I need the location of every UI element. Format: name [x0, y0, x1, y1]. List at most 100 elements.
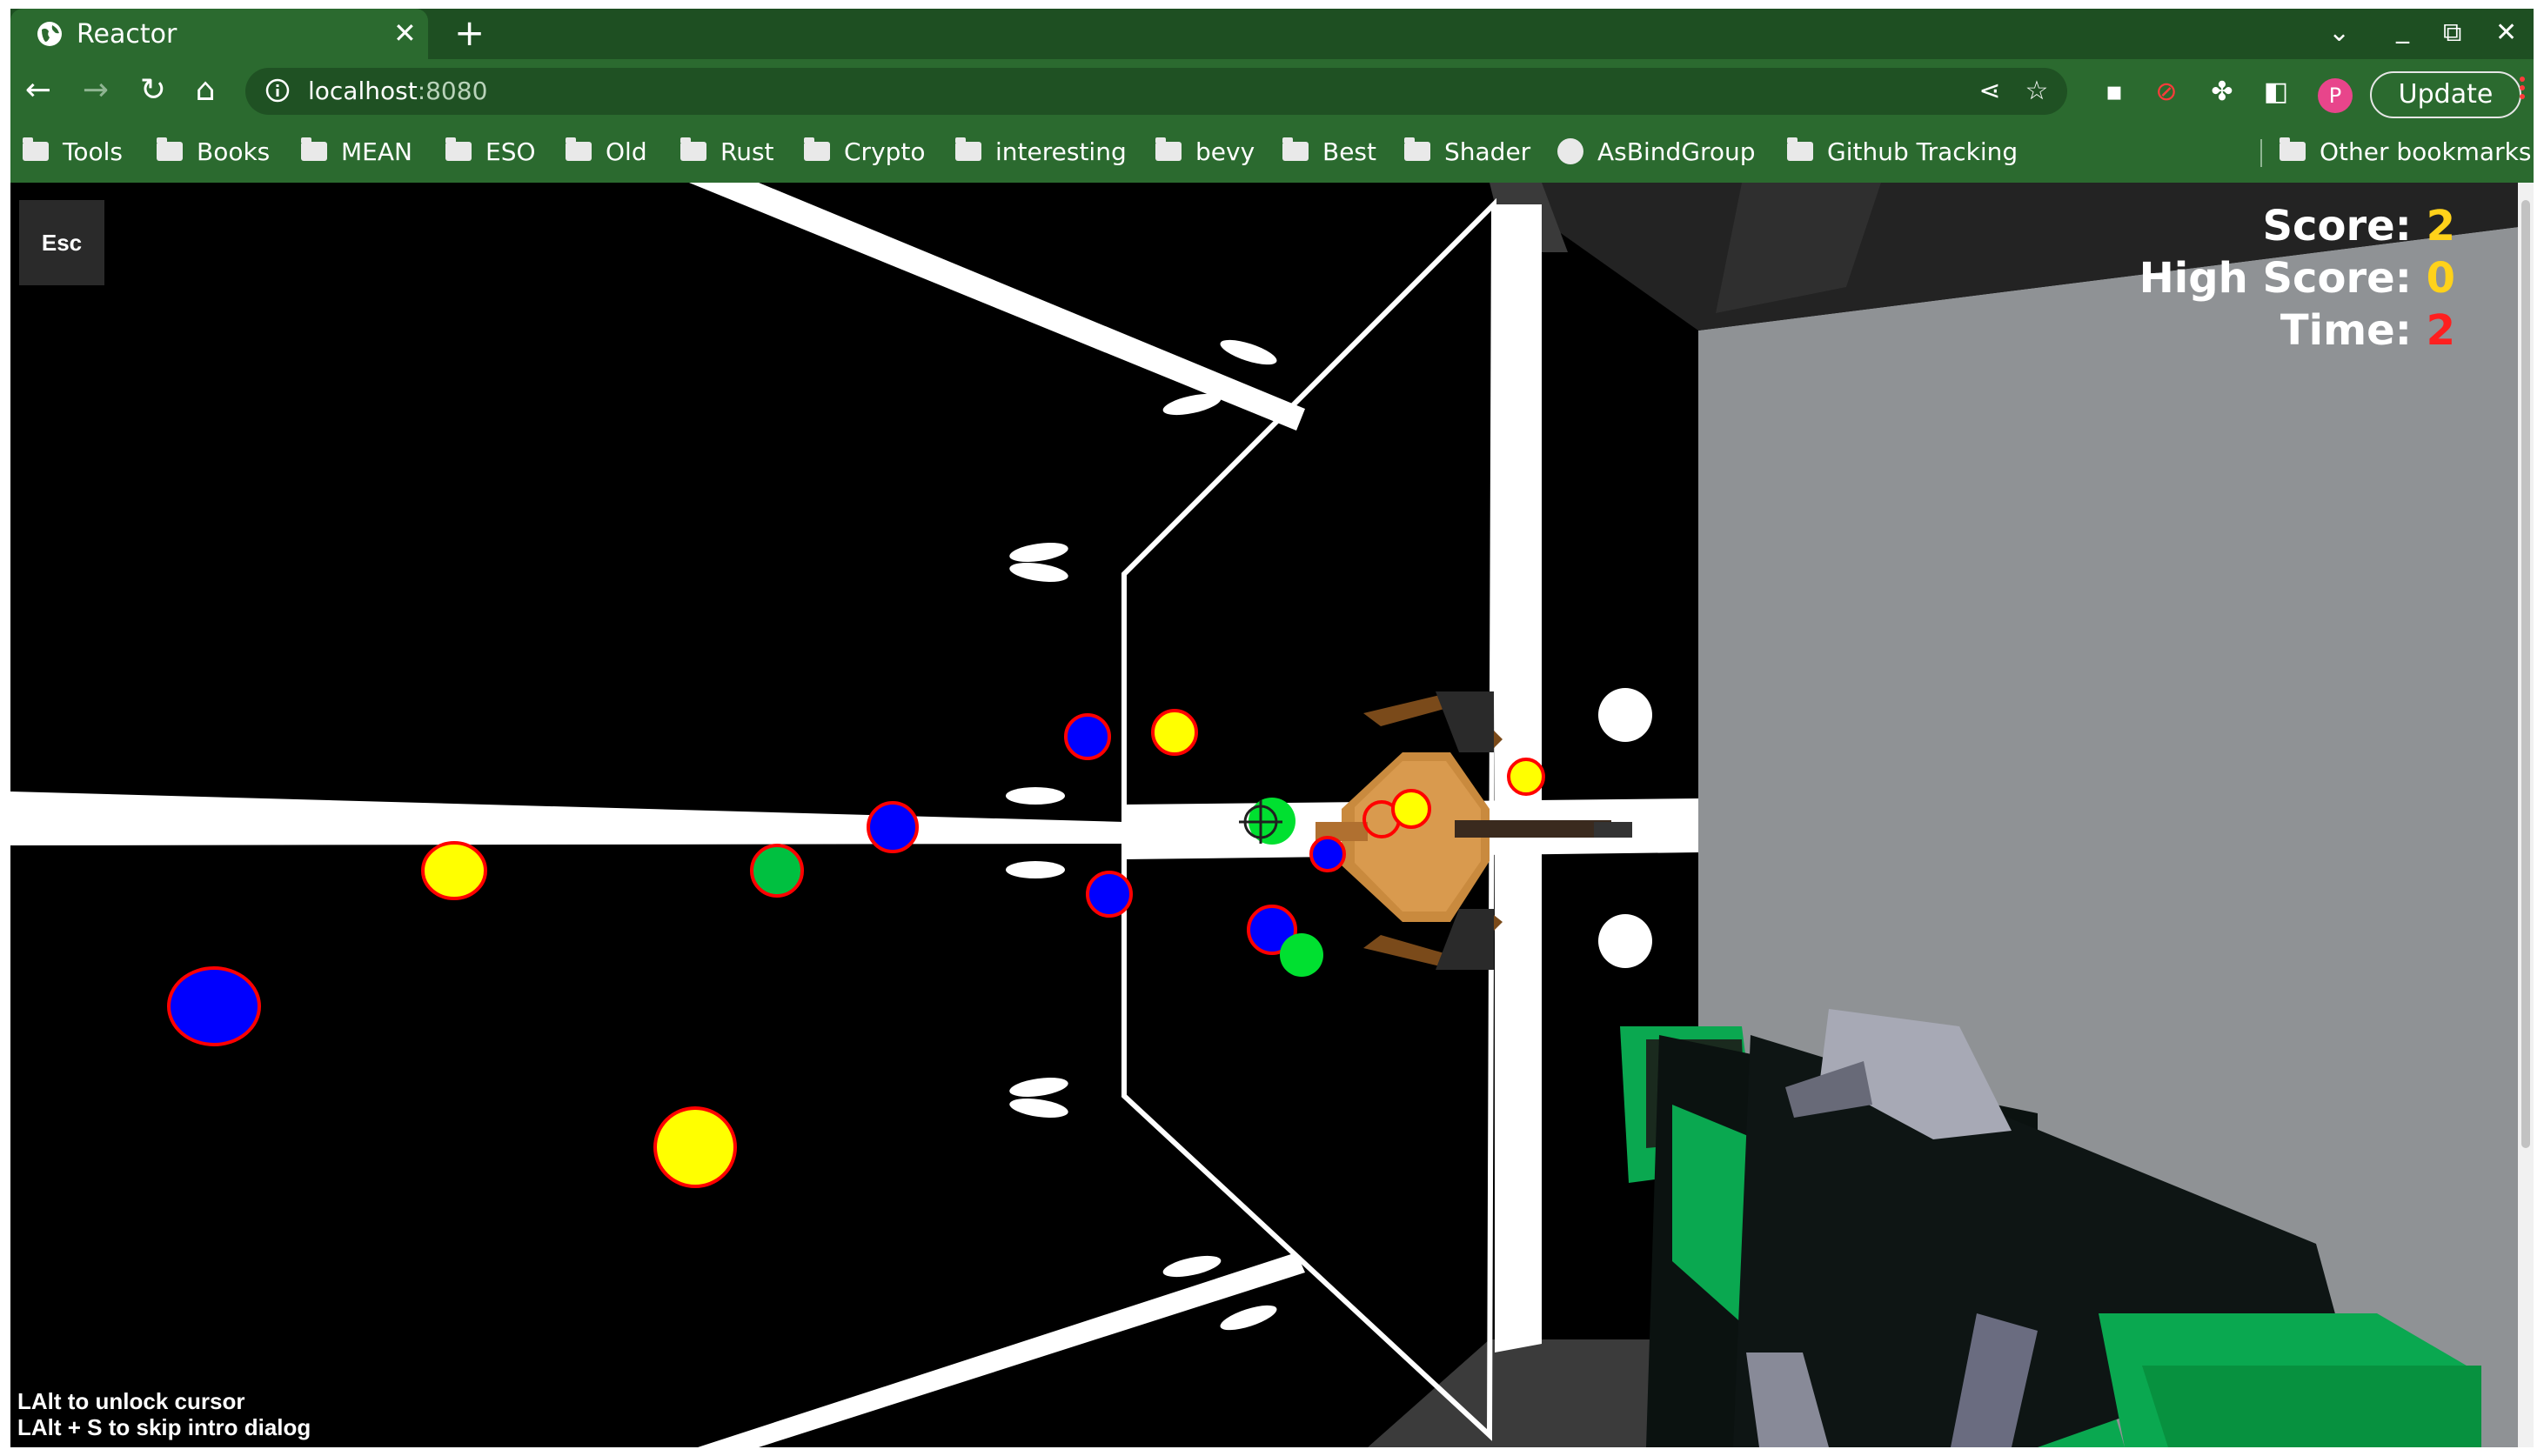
- orb-blue: [867, 801, 919, 853]
- orb-blue: [167, 966, 261, 1046]
- bookmark-github-tracking[interactable]: Github Tracking: [1787, 136, 2018, 167]
- bookmark-label: Books: [197, 137, 271, 166]
- high-score-label: High Score:: [2139, 254, 2427, 303]
- bookmark-label: Best: [1322, 137, 1377, 166]
- orb-blue: [1309, 836, 1346, 872]
- orb-yellow: [1391, 789, 1431, 829]
- reload-icon[interactable]: ↻: [136, 73, 171, 108]
- info-icon[interactable]: [264, 77, 291, 104]
- folder-icon: [804, 137, 830, 161]
- folder-icon: [566, 137, 592, 161]
- back-arrow-icon[interactable]: ←: [21, 73, 56, 108]
- orb-blue: [1086, 871, 1133, 918]
- address-bar[interactable]: localhost:8080 ⋖ ☆: [245, 68, 2067, 115]
- time-label: Time:: [2280, 306, 2427, 355]
- minimize-icon[interactable]: _: [2396, 16, 2409, 43]
- bookmark-tools[interactable]: Tools: [23, 136, 123, 167]
- bookmark-shader[interactable]: Shader: [1404, 136, 1530, 167]
- bookmark-interesting[interactable]: interesting: [955, 136, 1127, 167]
- orb-yellow: [421, 841, 487, 900]
- hint-unlock-cursor: LAlt to unlock cursor: [17, 1388, 245, 1414]
- bookmark-old[interactable]: Old: [566, 136, 647, 167]
- hint-skip-intro: LAlt + S to skip intro dialog: [17, 1414, 311, 1440]
- close-icon[interactable]: ✕: [393, 17, 417, 49]
- url-port: :8080: [417, 77, 488, 105]
- extension-dots-icon[interactable]: ▪: [2099, 77, 2130, 108]
- forward-arrow-icon[interactable]: →: [78, 73, 113, 108]
- tab-strip: Reactor ✕ + ⌄ _ ⧉ ✕: [10, 9, 2534, 59]
- bookmark-best[interactable]: Best: [1282, 136, 1376, 167]
- folder-icon: [23, 137, 49, 161]
- bookmark-label: interesting: [995, 137, 1127, 166]
- close-window-icon[interactable]: ✕: [2495, 19, 2517, 47]
- menu-dots-icon[interactable]: [2516, 73, 2528, 108]
- globe-icon: [1557, 138, 1583, 164]
- chevron-down-icon[interactable]: ⌄: [2328, 19, 2350, 47]
- update-button[interactable]: Update: [2370, 71, 2521, 118]
- bookmark-bevy[interactable]: bevy: [1155, 136, 1255, 167]
- esc-button[interactable]: Esc: [19, 200, 104, 285]
- score-line: Score: 2: [2139, 200, 2455, 252]
- time-line: Time: 2: [2139, 304, 2455, 357]
- bookmark-label: Other bookmarks: [2320, 137, 2532, 166]
- orb-yellow: [1507, 758, 1545, 796]
- bookmark-label: Tools: [63, 137, 123, 166]
- bookmark-rust[interactable]: Rust: [680, 136, 774, 167]
- home-icon[interactable]: ⌂: [188, 73, 223, 108]
- plus-icon[interactable]: +: [454, 14, 485, 52]
- avatar[interactable]: P: [2318, 78, 2353, 113]
- bookmark-other[interactable]: Other bookmarks: [2280, 136, 2531, 167]
- bookmark-label: Rust: [720, 137, 774, 166]
- url-text: localhost:8080: [308, 77, 487, 105]
- bookmark-label: Shader: [1444, 137, 1531, 166]
- folder-icon: [301, 137, 327, 161]
- browser-chrome: Reactor ✕ + ⌄ _ ⧉ ✕ ← → ↻ ⌂ localhost:80…: [10, 9, 2534, 183]
- page-scrollbar[interactable]: [2518, 183, 2534, 1447]
- url-host: localhost: [308, 77, 418, 105]
- bookmark-label: ESO: [485, 137, 536, 166]
- bookmark-label: MEAN: [341, 137, 412, 166]
- bookmark-asbindgroup[interactable]: AsBindGroup: [1557, 136, 1756, 167]
- game-scene: [10, 183, 2534, 1447]
- control-hints: LAlt to unlock cursor LAlt + S to skip i…: [17, 1388, 311, 1440]
- bookmark-label: AsBindGroup: [1597, 137, 1756, 166]
- high-score-value: 0: [2426, 254, 2455, 303]
- orb-yellow: [653, 1106, 737, 1188]
- toolbar: ← → ↻ ⌂ localhost:8080 ⋖ ☆ ▪ ⊘ ✤ ◧ P Upd…: [10, 59, 2534, 122]
- orb-yellow: [1151, 709, 1198, 756]
- tab-title: Reactor: [77, 19, 177, 50]
- star-icon[interactable]: ☆: [2022, 77, 2052, 106]
- folder-icon: [1404, 137, 1430, 161]
- score-label: Score:: [2262, 202, 2427, 250]
- bookmark-crypto[interactable]: Crypto: [804, 136, 926, 167]
- orb-blue: [1064, 713, 1111, 760]
- globe-icon: [37, 22, 62, 46]
- folder-icon: [1787, 137, 1813, 161]
- restore-icon[interactable]: ⧉: [2443, 19, 2461, 47]
- bookmark-mean[interactable]: MEAN: [301, 136, 412, 167]
- bookmark-books[interactable]: Books: [157, 136, 270, 167]
- folder-icon: [1155, 137, 1182, 161]
- folder-icon: [680, 137, 706, 161]
- folder-icon: [2280, 137, 2306, 161]
- score-hud: Score: 2 High Score: 0 Time: 2: [2139, 200, 2455, 357]
- bookmarks-bar: Tools Books MEAN ESO Old Rust Crypto int…: [10, 124, 2534, 179]
- high-score-line: High Score: 0: [2139, 252, 2455, 304]
- time-value: 2: [2426, 306, 2455, 355]
- orb-green: [750, 844, 804, 898]
- folder-icon: [445, 137, 472, 161]
- folder-icon: [1282, 137, 1309, 161]
- puzzle-icon[interactable]: ✤: [2206, 77, 2238, 108]
- side-panel-icon[interactable]: ◧: [2260, 77, 2292, 108]
- folder-icon: [157, 137, 183, 161]
- scrollbar-thumb[interactable]: [2521, 200, 2530, 1148]
- block-icon[interactable]: ⊘: [2151, 77, 2182, 108]
- bookmark-eso[interactable]: ESO: [445, 136, 536, 167]
- share-icon[interactable]: ⋖: [1975, 77, 2005, 106]
- game-viewport[interactable]: Esc Score: 2 High Score: 0 Time: 2 LAlt …: [10, 183, 2534, 1447]
- bookmark-label: Crypto: [844, 137, 926, 166]
- score-value: 2: [2426, 202, 2455, 250]
- bookmark-label: Github Tracking: [1827, 137, 2018, 166]
- tab-reactor[interactable]: Reactor ✕: [10, 9, 428, 59]
- bookmarks-divider: [2260, 139, 2262, 167]
